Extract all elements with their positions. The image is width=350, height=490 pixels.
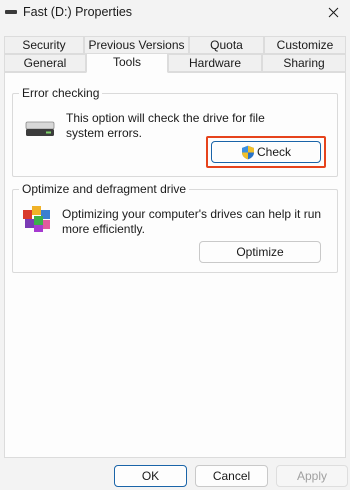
error-checking-description-line1: This option will check the drive for fil…: [66, 111, 265, 125]
check-button-label: Check: [256, 145, 291, 159]
error-checking-title: Error checking: [19, 86, 103, 100]
hard-drive-icon: [25, 121, 55, 136]
check-button[interactable]: Check: [211, 141, 321, 163]
optimize-description-line1: Optimizing your computer's drives can he…: [62, 207, 322, 221]
tab-sharing[interactable]: Sharing: [262, 54, 346, 72]
defrag-icon: [23, 206, 50, 232]
title-bar: Fast (D:) Properties: [0, 0, 350, 26]
tab-customize[interactable]: Customize: [264, 36, 346, 54]
error-checking-description-line2: system errors.: [66, 126, 143, 140]
close-icon: [328, 7, 338, 17]
tab-tools[interactable]: Tools: [86, 53, 168, 73]
tab-quota[interactable]: Quota: [189, 36, 264, 54]
window-title: Fast (D:) Properties: [23, 5, 133, 19]
optimize-button[interactable]: Optimize: [199, 241, 321, 263]
optimize-title: Optimize and defragment drive: [19, 182, 190, 196]
tools-panel: Error checking This option will check th…: [4, 72, 346, 458]
uac-shield-icon: [241, 145, 254, 159]
apply-button[interactable]: Apply: [276, 465, 348, 487]
optimize-description-line2: more efficiently.: [62, 222, 145, 236]
drive-window-icon: [5, 10, 17, 14]
tab-security[interactable]: Security: [4, 36, 84, 54]
cancel-button[interactable]: Cancel: [195, 465, 268, 487]
close-button[interactable]: [322, 2, 344, 22]
ok-button[interactable]: OK: [114, 465, 187, 487]
tab-hardware[interactable]: Hardware: [168, 54, 262, 72]
tab-previous-versions[interactable]: Previous Versions: [84, 36, 189, 54]
tab-general[interactable]: General: [4, 54, 86, 72]
